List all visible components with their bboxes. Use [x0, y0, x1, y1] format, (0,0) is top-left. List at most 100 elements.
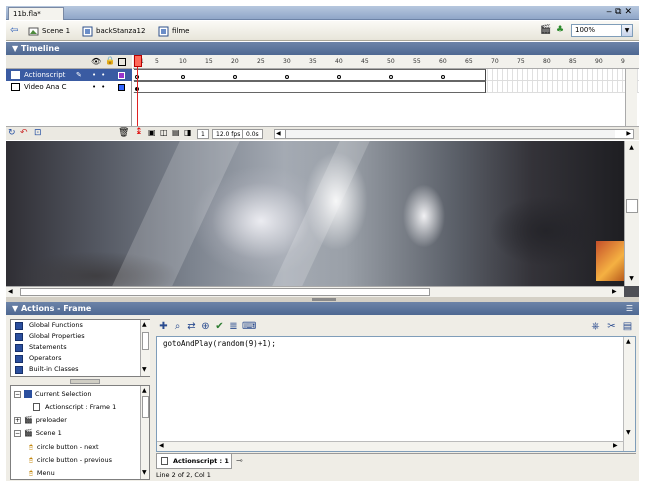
keyframe[interactable] [285, 75, 289, 79]
toolbox-item[interactable]: Operators [11, 353, 149, 364]
scroll-up-icon[interactable]: ▲ [142, 321, 147, 328]
onion-outline-icon[interactable]: ◫ [160, 128, 168, 137]
scroll-up-icon[interactable]: ▲ [626, 338, 631, 345]
keyframe[interactable] [181, 75, 185, 79]
zoom-select[interactable]: 100% ▼ [571, 24, 633, 37]
video-frame-image[interactable] [6, 141, 624, 286]
collapse-arrow-icon[interactable]: ▼ [12, 44, 21, 53]
breadcrumb-scene[interactable]: Scene 1 [28, 25, 70, 37]
scroll-right-icon[interactable]: ▶ [613, 442, 618, 449]
code-line[interactable]: gotoAndPlay(random(9)+1); [163, 339, 276, 348]
scroll-down-icon[interactable]: ▼ [142, 366, 147, 373]
scroll-up-icon[interactable]: ▲ [142, 387, 147, 394]
breadcrumb-symbol-2[interactable]: filme [158, 25, 189, 37]
scroll-thumb[interactable] [20, 288, 430, 296]
back-arrow-icon[interactable]: ⇦ [10, 25, 18, 37]
editor-hscroll[interactable]: ◀ ▶ [157, 441, 623, 451]
scroll-right-icon[interactable]: ▶ [612, 288, 617, 295]
frame-ruler[interactable]: 1 5 10 15 20 25 30 35 40 45 50 55 60 65 … [133, 55, 639, 69]
debug-options-icon[interactable]: ⎈ [590, 321, 601, 332]
edit-symbols-icon[interactable]: ♣ [556, 25, 564, 35]
frame-span[interactable] [134, 69, 486, 81]
reference-icon[interactable]: ▤ [622, 321, 633, 332]
onion-markers-icon[interactable]: ◨ [184, 128, 192, 137]
splitter-grip[interactable] [312, 298, 336, 301]
script-assist-icon[interactable]: ✂ [606, 321, 617, 332]
collapse-icon[interactable]: − [14, 429, 21, 437]
playhead-marker[interactable] [134, 55, 142, 67]
find-icon[interactable]: ⌕ [172, 321, 183, 332]
layer-color-swatch[interactable] [118, 84, 125, 91]
toolbox-vscroll[interactable]: ▲ ▼ [140, 320, 150, 376]
actions-panel-header[interactable]: ▼ Actions - Frame ☰ [6, 302, 639, 315]
frame-span[interactable] [134, 81, 486, 93]
scroll-down-icon[interactable]: ▼ [142, 469, 147, 476]
eye-icon[interactable]: 👁 [91, 57, 101, 66]
add-item-icon[interactable]: ✚ [158, 321, 169, 332]
timeline-panel-header[interactable]: ▼ Timeline [6, 42, 639, 55]
tree-item-current-selection[interactable]: − Current Selection [14, 388, 91, 400]
script-tab[interactable]: Actionscript : 1 [156, 454, 232, 469]
scroll-up-icon[interactable]: ▲ [625, 143, 638, 153]
delete-layer-icon[interactable]: 🗑 [118, 128, 129, 138]
window-controls[interactable]: ‒⧉✕ [606, 6, 635, 19]
expand-icon[interactable]: + [14, 416, 21, 424]
edit-multiple-icon[interactable]: ▤ [172, 128, 180, 137]
stage-vscroll[interactable]: ▲ ▼ [624, 141, 639, 286]
toolbox-item[interactable]: Global Properties [11, 331, 149, 342]
replace-icon[interactable]: ⇄ [186, 321, 197, 332]
layer-row-video[interactable]: Video Ana C •• [6, 81, 132, 93]
layer-row-actionscript[interactable]: Actionscript ✎ •• [6, 69, 132, 81]
keyframe[interactable] [441, 75, 445, 79]
keyframe[interactable] [337, 75, 341, 79]
frame-row-video[interactable] [133, 81, 639, 93]
layer-visibility-dots[interactable]: •• [92, 69, 110, 81]
tree-item-frame[interactable]: Actionscript : Frame 1 [33, 401, 116, 413]
check-syntax-icon[interactable]: ✔ [214, 321, 225, 332]
edit-scene-icon[interactable]: 🎬 [540, 25, 551, 35]
scroll-thumb[interactable] [142, 332, 149, 350]
layer-color-swatch[interactable] [118, 72, 125, 79]
minimize-icon[interactable]: ‒ [606, 7, 615, 17]
scroll-down-icon[interactable]: ▼ [626, 429, 631, 436]
layer-visibility-dots[interactable]: •• [92, 81, 110, 93]
panel-options-icon[interactable]: ☰ [626, 302, 633, 315]
collapse-arrow-icon[interactable]: ▼ [12, 304, 21, 313]
tree-item-scene-1[interactable]: − 🎬 Scene 1 [14, 427, 62, 439]
toolbox-item[interactable]: Built-in Classes [11, 364, 149, 375]
add-layer-icon[interactable]: ↻ [8, 128, 16, 138]
collapse-icon[interactable]: − [14, 390, 21, 398]
outline-icon[interactable] [118, 58, 126, 66]
toolbox-item[interactable]: Global Functions [11, 320, 149, 331]
target-path-icon[interactable]: ⊕ [200, 321, 211, 332]
code-hint-icon[interactable]: ⌨ [242, 321, 256, 332]
tree-item-preloader[interactable]: + 🎬 preloader [14, 414, 67, 426]
stage[interactable]: ▲ ▼ ◀ ▶ [6, 141, 639, 297]
scroll-left-icon[interactable]: ◀ [8, 288, 13, 295]
scroll-down-icon[interactable]: ▼ [625, 274, 638, 284]
scroll-right-icon[interactable]: ▶ [626, 130, 631, 137]
navigator-vscroll[interactable]: ▲ ▼ [140, 386, 149, 479]
scroll-left-icon[interactable]: ◀ [159, 442, 164, 449]
chevron-down-icon[interactable]: ▼ [621, 25, 632, 36]
keyframe[interactable] [233, 75, 237, 79]
scroll-left-icon[interactable]: ◀ [276, 130, 281, 137]
pin-script-icon[interactable]: ⊸ [236, 456, 243, 465]
auto-format-icon[interactable]: ≣ [228, 321, 239, 332]
breadcrumb-symbol-1[interactable]: backStanza12 [82, 25, 145, 37]
frame-row-actionscript[interactable] [133, 69, 639, 81]
timeline-hscroll[interactable]: ◀ ▶ [274, 129, 634, 139]
close-icon[interactable]: ✕ [624, 7, 635, 17]
editor-vscroll[interactable]: ▲ ▼ [623, 337, 635, 451]
center-frame-icon[interactable]: ↨ [135, 127, 143, 137]
tree-item-button-previous[interactable]: 🖰 circle button - previous [29, 454, 112, 466]
onion-skin-icon[interactable]: ▣ [148, 128, 156, 137]
toolbox-item[interactable]: Statements [11, 342, 149, 353]
add-folder-icon[interactable]: ⊡ [34, 128, 42, 138]
scroll-thumb[interactable] [142, 396, 149, 418]
script-editor[interactable]: gotoAndPlay(random(9)+1); ▲ ▼ ◀ ▶ [156, 336, 636, 452]
tree-item-menu[interactable]: 🖰 Menu [29, 467, 55, 479]
frame-rate[interactable]: 12.0 fps [212, 129, 245, 139]
document-tab[interactable]: 11b.fla* [8, 7, 64, 20]
toolbox-splitter[interactable] [70, 379, 100, 384]
